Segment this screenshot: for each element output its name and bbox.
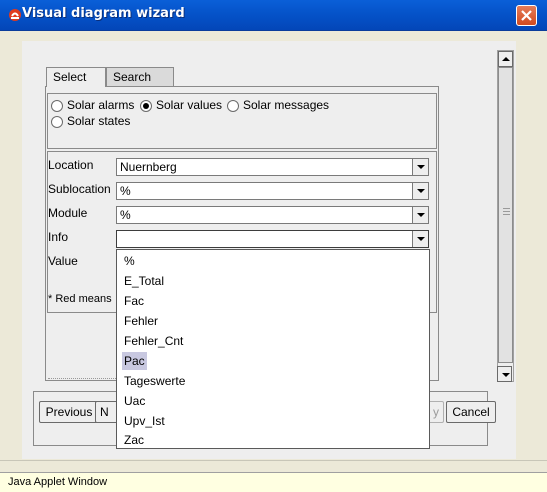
sublocation-dropdown-button[interactable] (412, 183, 428, 199)
info-dropdown-list[interactable]: % E_Total Fac Fehler Fehler_Cnt Pac Tage… (116, 249, 430, 449)
location-label: Location (48, 158, 94, 172)
module-dropdown-button[interactable] (412, 207, 428, 223)
radio-solar-states[interactable] (51, 116, 63, 128)
location-dropdown-button[interactable] (412, 159, 428, 175)
radio-label-solar-alarms: Solar alarms (67, 98, 135, 112)
info-dropdown-button[interactable] (412, 231, 428, 247)
module-combo[interactable]: % (116, 206, 429, 224)
window-title: Visual diagram wizard (22, 6, 185, 21)
grip-line (503, 214, 510, 215)
dropdown-option[interactable]: % (122, 252, 137, 270)
dropdown-option[interactable]: Fehler (122, 312, 160, 330)
java-icon (9, 9, 21, 21)
location-value: Nuernberg (120, 160, 177, 174)
scroll-up-button[interactable] (498, 51, 513, 67)
dropdown-option[interactable]: E_Total (122, 272, 166, 290)
dropdown-option[interactable]: Tageswerte (122, 372, 187, 390)
status-bar: Java Applet Window (0, 472, 547, 492)
previous-button[interactable]: Previous (39, 401, 99, 423)
title-bar: Visual diagram wizard (0, 0, 547, 31)
dropdown-option[interactable]: Fac (122, 292, 146, 310)
dropdown-option[interactable]: Uac (122, 392, 147, 410)
dropdown-option[interactable]: Fehler_Cnt (122, 332, 185, 350)
sublocation-label: Sublocation (48, 182, 111, 196)
scroll-thumb[interactable] (498, 67, 513, 363)
radio-label-solar-states: Solar states (67, 114, 131, 128)
radio-solar-alarms[interactable] (51, 100, 63, 112)
value-label: Value (48, 254, 78, 268)
chevron-down-icon (417, 237, 425, 241)
dropdown-option-highlighted[interactable]: Pac (122, 352, 147, 370)
radio-label-solar-messages: Solar messages (243, 98, 330, 112)
grip-line (503, 211, 510, 212)
cancel-button[interactable]: Cancel (446, 401, 496, 423)
sublocation-combo[interactable]: % (116, 182, 429, 200)
chevron-down-icon (417, 189, 425, 193)
arrow-up-icon (502, 57, 510, 61)
close-button[interactable] (516, 5, 537, 26)
info-combo[interactable] (116, 230, 429, 248)
status-text: Java Applet Window (8, 476, 108, 488)
applet-window: Visual diagram wizard Select Search Sola… (0, 0, 547, 492)
sublocation-value: % (120, 184, 131, 198)
info-label: Info (48, 230, 69, 244)
dropdown-option[interactable]: Upv_Ist (122, 412, 167, 430)
radio-label-solar-values: Solar values (156, 98, 223, 112)
arrow-down-icon (502, 373, 510, 377)
dropdown-option[interactable]: Zac (122, 431, 146, 449)
tab-search[interactable]: Search (106, 67, 174, 87)
module-value: % (120, 208, 131, 222)
scroll-down-button[interactable] (497, 366, 512, 382)
radio-solar-values[interactable] (140, 100, 152, 112)
module-label: Module (48, 206, 88, 220)
required-note: * Red means (48, 293, 112, 305)
chevron-down-icon (417, 213, 425, 217)
radio-solar-messages[interactable] (227, 100, 239, 112)
tab-select[interactable]: Select (46, 67, 106, 87)
grip-line (503, 208, 510, 209)
chevron-down-icon (417, 165, 425, 169)
window-divider (0, 460, 547, 461)
close-icon (521, 10, 532, 21)
location-combo[interactable]: Nuernberg (116, 158, 429, 176)
vertical-scrollbar[interactable] (497, 50, 514, 382)
